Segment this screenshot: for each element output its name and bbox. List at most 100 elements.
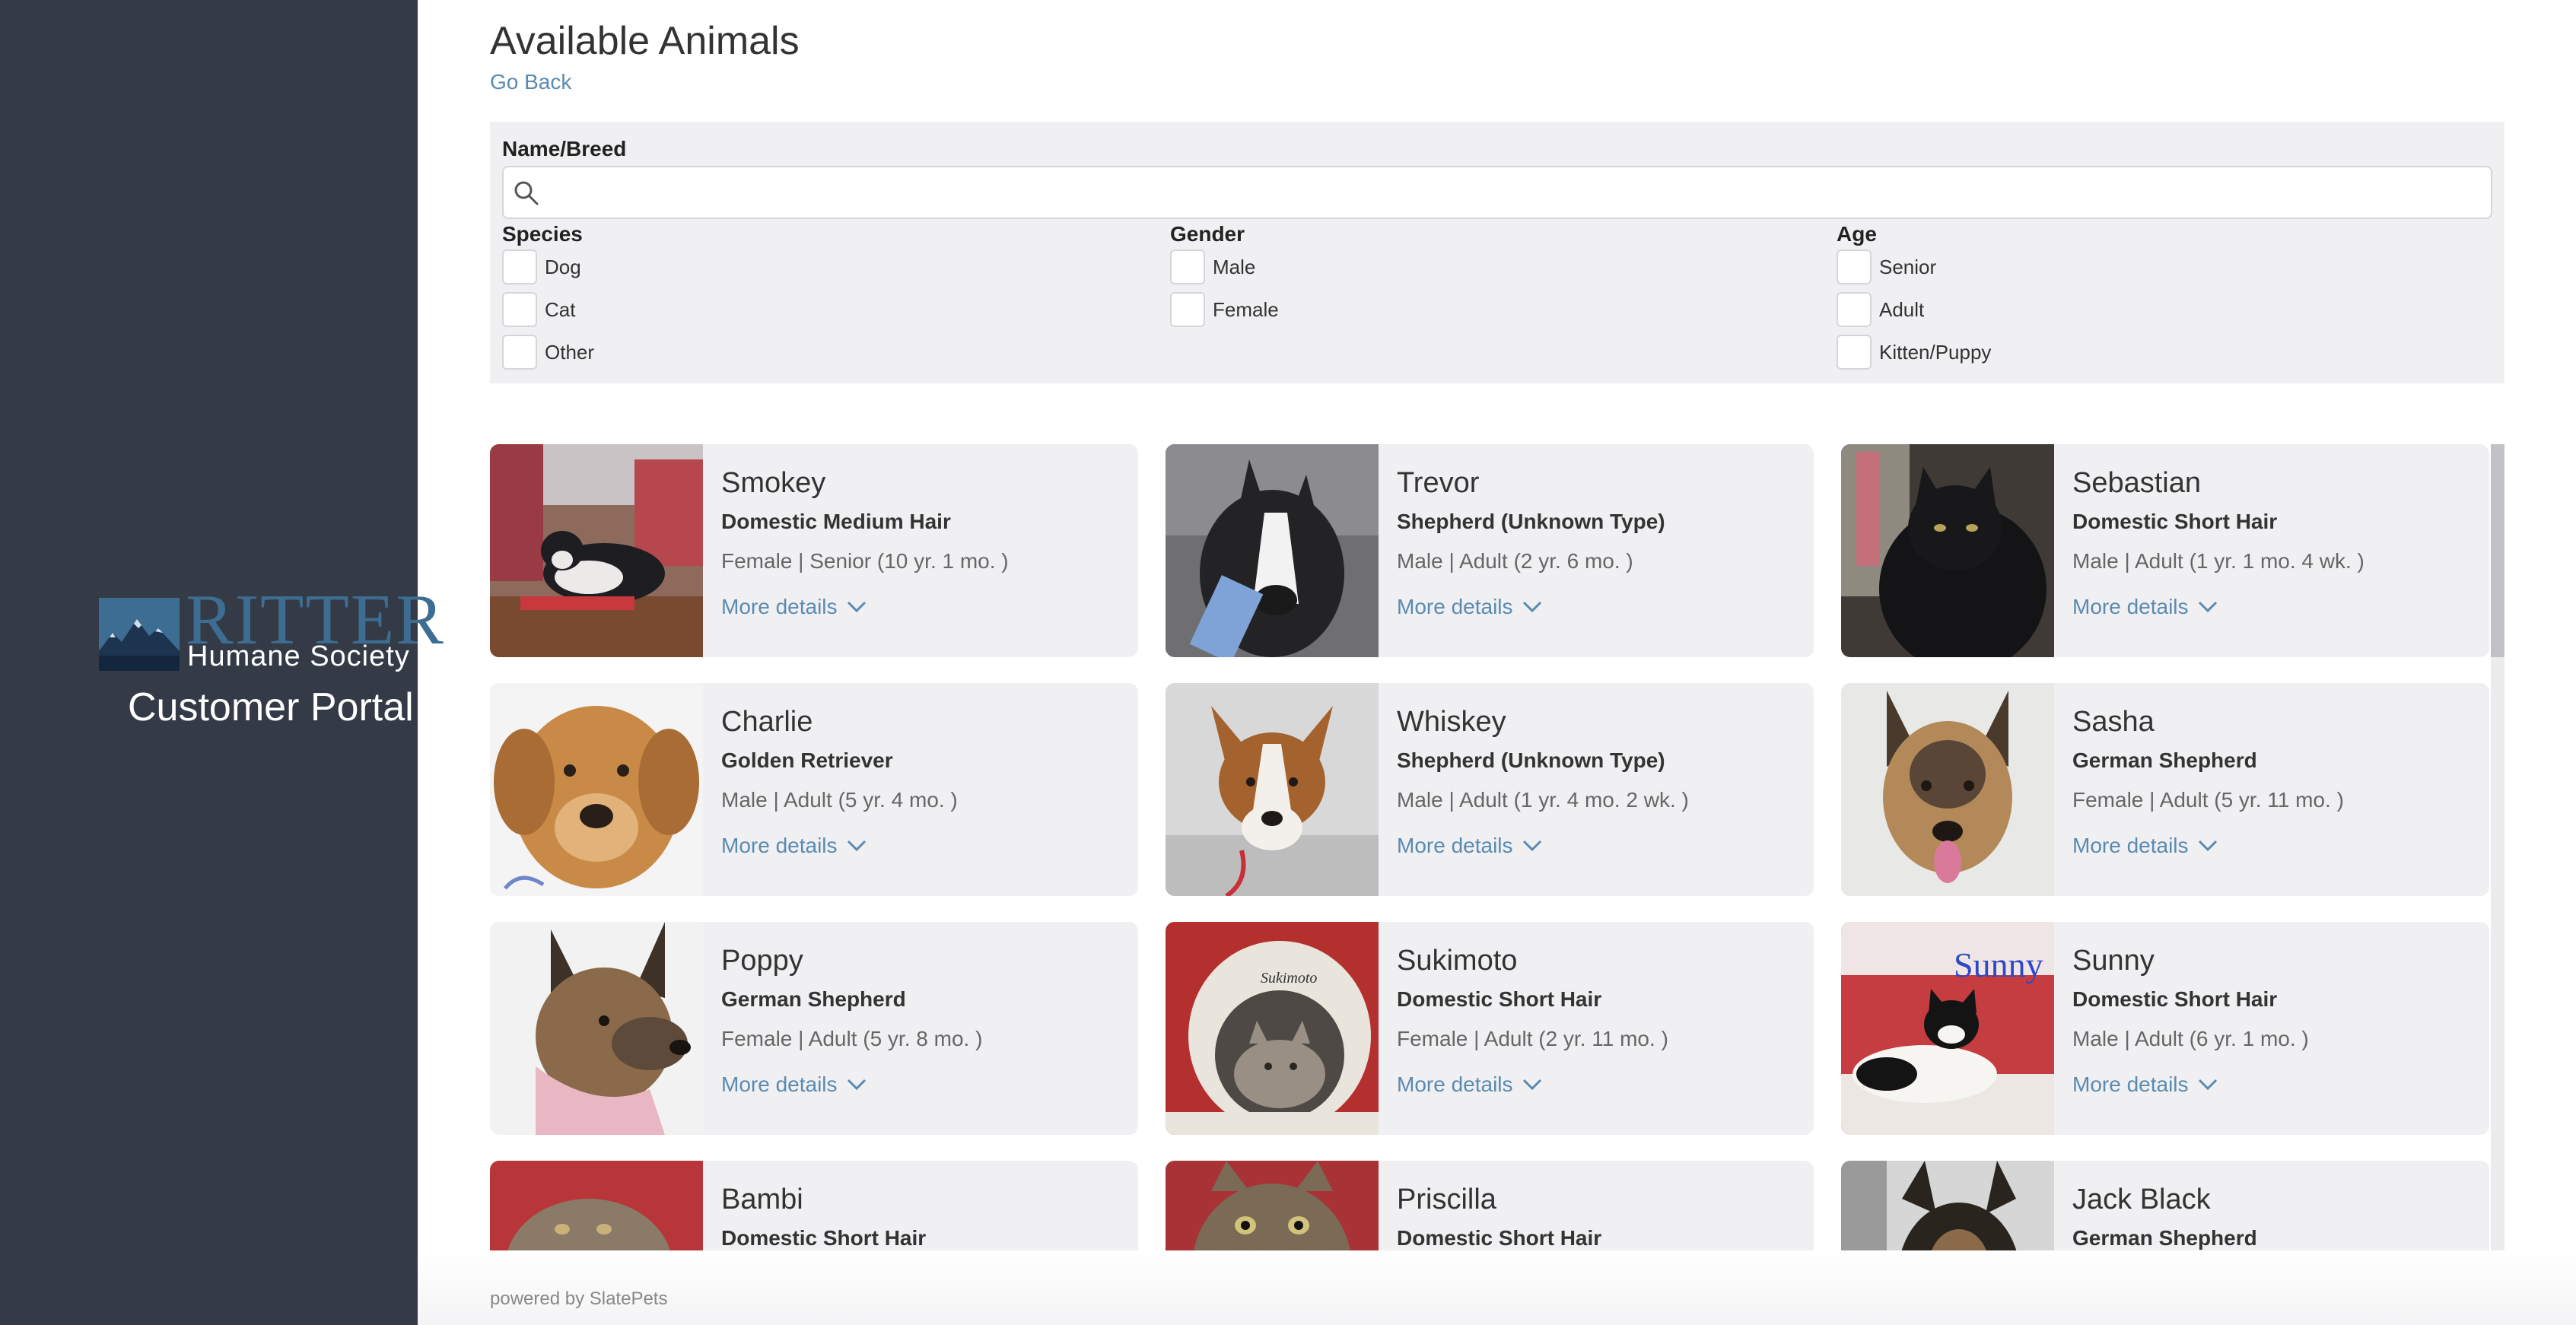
species-option-cat[interactable]: Cat	[502, 291, 575, 329]
animal-photo[interactable]	[1166, 1161, 1379, 1250]
species-option-other[interactable]: Other	[502, 333, 594, 371]
chevron-down-icon	[2198, 840, 2217, 852]
animal-card-trevor[interactable]: Trevor Shepherd (Unknown Type) Male | Ad…	[1166, 444, 1814, 657]
animal-name: Sasha	[2072, 706, 2155, 738]
animal-breed: Domestic Short Hair	[2072, 510, 2278, 533]
name-breed-label: Name/Breed	[502, 137, 627, 160]
animal-card-poppy[interactable]: Poppy German Shepherd Female | Adult (5 …	[490, 922, 1138, 1135]
animal-card-jack-black[interactable]: Jack Black German Shepherd	[1841, 1161, 2489, 1250]
animal-photo[interactable]	[1841, 1161, 2054, 1250]
checkbox[interactable]	[1837, 335, 1872, 370]
animal-card-priscilla[interactable]: Priscilla Domestic Short Hair	[1166, 1161, 1814, 1250]
animal-photo[interactable]	[1841, 444, 2054, 657]
animal-photo[interactable]: Sunny	[1841, 922, 2054, 1135]
more-details-link[interactable]: More details	[1397, 834, 1542, 858]
animal-name: Smokey	[721, 467, 826, 499]
search-box[interactable]	[502, 166, 2492, 219]
more-details-label: More details	[721, 1072, 838, 1096]
photo-caption-sukimoto: Sukimoto	[1261, 970, 1317, 987]
more-details-link[interactable]: More details	[721, 834, 867, 858]
more-details-label: More details	[1397, 1072, 1513, 1096]
animal-info: Female | Senior (10 yr. 1 mo. )	[721, 549, 1009, 573]
chevron-down-icon	[2198, 601, 2217, 613]
checkbox[interactable]	[502, 335, 537, 370]
animal-photo[interactable]	[1166, 683, 1379, 896]
more-details-link[interactable]: More details	[2072, 1072, 2218, 1097]
animal-card-smokey[interactable]: Smokey Domestic Medium Hair Female | Sen…	[490, 444, 1138, 657]
animal-card-sukimoto[interactable]: Sukimoto Sukimoto Domestic Short Hair Fe…	[1166, 922, 1814, 1135]
animal-breed: Domestic Short Hair	[721, 1226, 927, 1250]
more-details-link[interactable]: More details	[721, 595, 867, 619]
more-details-label: More details	[2072, 595, 2189, 618]
gender-option-female[interactable]: Female	[1170, 291, 1279, 329]
checkbox-label: Senior	[1879, 255, 1937, 278]
checkbox[interactable]	[502, 249, 537, 284]
animal-info: Female | Adult (5 yr. 8 mo. )	[721, 1027, 983, 1050]
animal-photo[interactable]	[1841, 683, 2054, 896]
more-details-link[interactable]: More details	[721, 1072, 867, 1097]
checkbox[interactable]	[1837, 249, 1872, 284]
checkbox[interactable]	[1837, 292, 1872, 327]
animal-breed: Domestic Short Hair	[1397, 1226, 1602, 1250]
scrollbar-thumb[interactable]	[2491, 444, 2504, 657]
more-details-label: More details	[2072, 834, 2189, 857]
animal-name: Jack Black	[2072, 1184, 2211, 1215]
age-option-kitten-puppy[interactable]: Kitten/Puppy	[1837, 333, 1991, 371]
chevron-down-icon	[1522, 601, 1541, 613]
more-details-label: More details	[721, 834, 838, 857]
animal-name: Poppy	[721, 945, 803, 977]
animal-name: Trevor	[1397, 467, 1480, 499]
species-label: Species	[502, 222, 583, 246]
animal-breed: Golden Retriever	[721, 748, 893, 772]
checkbox[interactable]	[502, 292, 537, 327]
animal-card-whiskey[interactable]: Whiskey Shepherd (Unknown Type) Male | A…	[1166, 683, 1814, 896]
animal-name: Sunny	[2072, 945, 2155, 977]
checkbox[interactable]	[1170, 249, 1205, 284]
checkbox[interactable]	[1170, 292, 1205, 327]
gender-label: Gender	[1170, 222, 1245, 246]
animal-photo[interactable]	[490, 683, 703, 896]
animal-breed: German Shepherd	[2072, 1226, 2257, 1250]
age-option-senior[interactable]: Senior	[1837, 248, 1936, 286]
animal-info: Female | Adult (5 yr. 11 mo. )	[2072, 788, 2344, 812]
animal-card-sunny[interactable]: Sunny Sunny Domestic Short Hair Male | A…	[1841, 922, 2489, 1135]
checkbox-label: Male	[1213, 255, 1256, 278]
more-details-link[interactable]: More details	[2072, 834, 2218, 858]
animal-card-sebastian[interactable]: Sebastian Domestic Short Hair Male | Adu…	[1841, 444, 2489, 657]
animal-card-charlie[interactable]: Charlie Golden Retriever Male | Adult (5…	[490, 683, 1138, 896]
mountain-logo-icon	[99, 598, 180, 671]
footer: powered by SlatePets	[418, 1250, 2576, 1325]
checkbox-label: Dog	[545, 255, 581, 278]
animal-info: Male | Adult (2 yr. 6 mo. )	[1397, 549, 1633, 573]
animal-breed: Domestic Short Hair	[2072, 987, 2278, 1011]
chevron-down-icon	[1522, 1079, 1541, 1091]
more-details-link[interactable]: More details	[2072, 595, 2218, 619]
more-details-link[interactable]: More details	[1397, 595, 1542, 619]
animal-card-bambi[interactable]: Bambi Domestic Short Hair	[490, 1161, 1138, 1250]
checkbox-label: Female	[1213, 297, 1279, 321]
species-option-dog[interactable]: Dog	[502, 248, 581, 286]
filter-panel: Name/Breed Species Dog Cat Other Gender …	[490, 122, 2504, 383]
go-back-link[interactable]: Go Back	[490, 70, 571, 94]
animal-info: Male | Adult (5 yr. 4 mo. )	[721, 788, 958, 812]
age-option-adult[interactable]: Adult	[1837, 291, 1924, 329]
animal-breed: Domestic Medium Hair	[721, 510, 951, 533]
animal-photo[interactable]	[1166, 444, 1379, 657]
search-icon	[514, 181, 539, 205]
animal-photo[interactable]: Sukimoto	[1166, 922, 1379, 1135]
search-input[interactable]	[552, 173, 2477, 211]
animal-photo[interactable]	[490, 922, 703, 1135]
animal-card-grid: Smokey Domestic Medium Hair Female | Sen…	[490, 444, 2504, 1250]
chevron-down-icon	[847, 601, 866, 613]
animal-photo[interactable]	[490, 1161, 703, 1250]
checkbox-label: Cat	[545, 297, 576, 321]
animal-breed: German Shepherd	[721, 987, 906, 1011]
cards-scrollbar[interactable]	[2491, 444, 2504, 1250]
animal-photo[interactable]	[490, 444, 703, 657]
animal-card-sasha[interactable]: Sasha German Shepherd Female | Adult (5 …	[1841, 683, 2489, 896]
animal-info: Male | Adult (1 yr. 4 mo. 2 wk. )	[1397, 788, 1689, 812]
gender-option-male[interactable]: Male	[1170, 248, 1255, 286]
animal-name: Sebastian	[2072, 467, 2202, 499]
more-details-label: More details	[1397, 834, 1513, 857]
more-details-link[interactable]: More details	[1397, 1072, 1542, 1097]
